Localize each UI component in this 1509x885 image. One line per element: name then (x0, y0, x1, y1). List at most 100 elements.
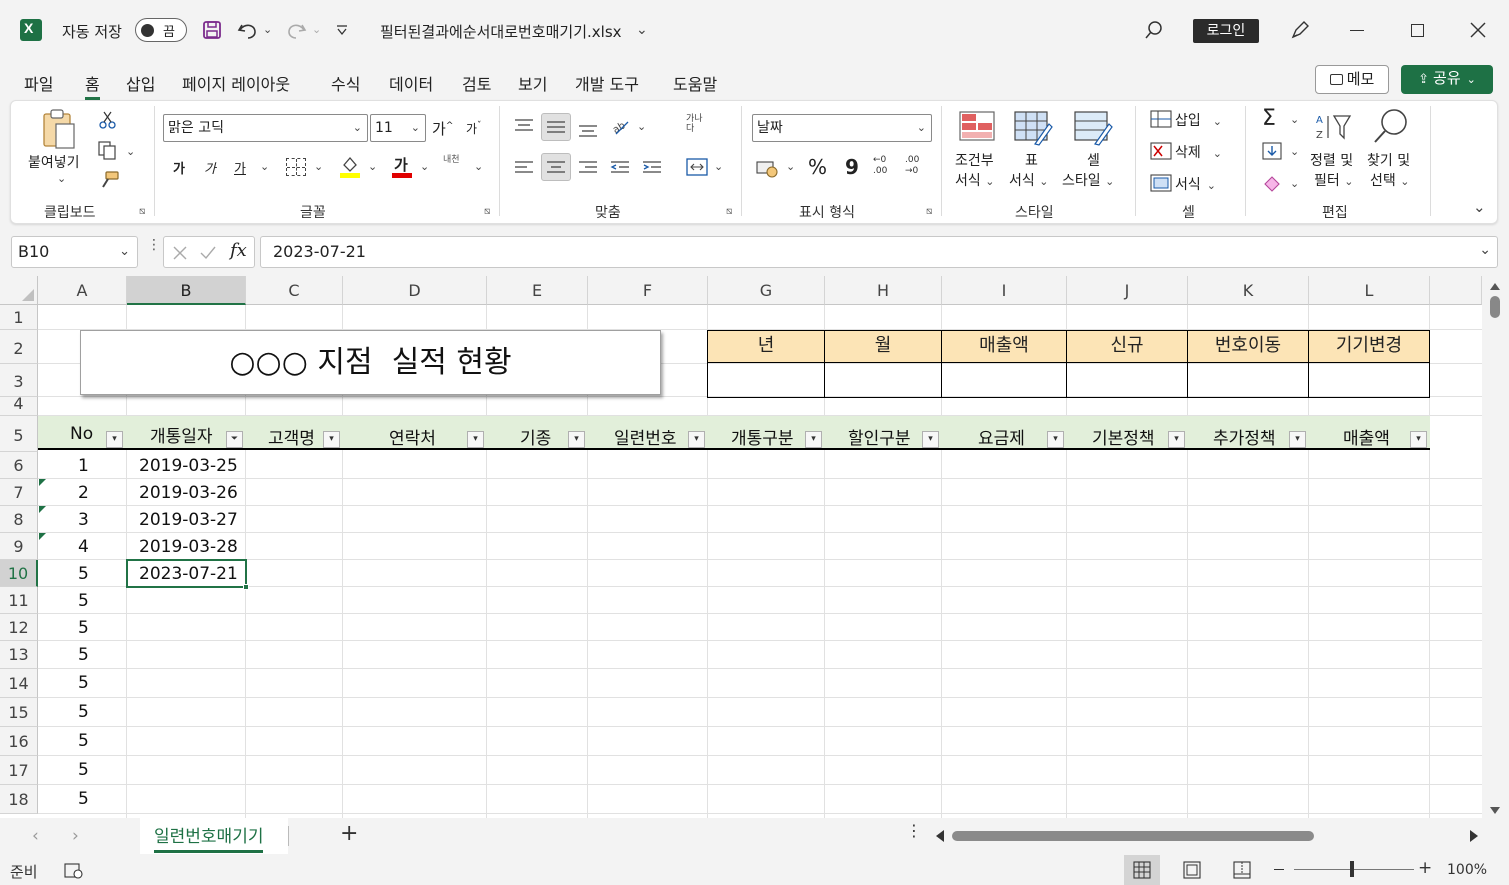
cancel-icon[interactable] (172, 245, 188, 261)
menu-home[interactable]: 홈 (85, 71, 100, 100)
filter-button[interactable]: ▾ (922, 431, 939, 448)
search-icon[interactable] (1144, 20, 1164, 40)
comma-button[interactable]: 9 (845, 155, 859, 179)
select-all-corner[interactable] (0, 276, 38, 305)
font-color-chevron-icon[interactable]: ⌄ (420, 160, 429, 173)
table-format-label-1[interactable]: 표 (1025, 150, 1038, 170)
border-chevron-icon[interactable]: ⌄ (314, 160, 323, 173)
formula-expand-icon[interactable]: ⌄ (1479, 242, 1491, 258)
col-header-m[interactable] (1430, 276, 1482, 305)
title-text-box[interactable]: ○○○ 지점 실적 현황 (80, 330, 661, 395)
paste-label[interactable]: 붙여넣기 (28, 152, 80, 172)
error-indicator-icon[interactable] (39, 506, 46, 513)
insert-function-icon[interactable]: fx (230, 240, 247, 261)
col-header-h[interactable]: H (825, 276, 942, 305)
row-header-5[interactable]: 5 (0, 416, 38, 452)
row-header-1[interactable]: 1 (0, 305, 38, 330)
formula-input[interactable]: 2023-07-21 ⌄ (260, 236, 1498, 268)
fill-color-icon[interactable] (340, 155, 360, 179)
increase-decimal-button[interactable]: ←0 .00 (873, 155, 899, 177)
filter-button[interactable]: ▾ (568, 431, 585, 448)
border-icon[interactable] (286, 158, 306, 176)
number-launcher-icon[interactable]: ⧅ (926, 206, 932, 217)
error-indicator-icon[interactable] (39, 479, 46, 486)
menu-file[interactable]: 파일 (24, 71, 53, 95)
format-cells-icon[interactable] (1150, 174, 1172, 192)
fill-color-chevron-icon[interactable]: ⌄ (368, 160, 377, 173)
shrink-font-button[interactable]: 가ˇ (466, 120, 482, 137)
header-open-date[interactable]: 개통일자 (150, 422, 213, 447)
header-discount-type[interactable]: 할인구분 (848, 424, 911, 449)
formula-bar-grip-icon[interactable]: ⋮ (147, 238, 161, 252)
summary-cell[interactable] (1187, 362, 1309, 398)
summary-cell[interactable] (1308, 362, 1430, 398)
menu-help[interactable]: 도움말 (673, 71, 717, 95)
row-header-17[interactable]: 17 (0, 756, 38, 785)
row-header-15[interactable]: 15 (0, 698, 38, 727)
fill-chevron-icon[interactable]: ⌄ (1290, 145, 1299, 158)
table-format-label-2[interactable]: 서식 ⌄ (1009, 170, 1048, 190)
format-cells-label[interactable]: 서식 ⌄ (1175, 174, 1216, 194)
enter-icon[interactable] (199, 245, 217, 261)
filter-button[interactable]: ▾ (805, 431, 822, 448)
maximize-icon[interactable] (1411, 24, 1424, 37)
col-header-b[interactable]: B (127, 276, 246, 305)
cut-icon[interactable] (98, 110, 118, 130)
menu-page-layout[interactable]: 페이지 레이아웃 (182, 71, 290, 95)
row-header-13[interactable]: 13 (0, 641, 38, 669)
tab-split-grip-icon[interactable]: ⋮ (906, 823, 922, 839)
col-header-c[interactable]: C (246, 276, 343, 305)
font-launcher-icon[interactable]: ⧅ (484, 206, 490, 217)
filter-button[interactable]: ▾ (688, 431, 705, 448)
cell-a9[interactable]: 4 (78, 537, 89, 557)
cell-a14[interactable]: 5 (78, 673, 89, 693)
clear-icon[interactable] (1262, 174, 1282, 192)
cell-b8[interactable]: 2019-03-27 (139, 510, 238, 530)
underline-chevron-icon[interactable]: ⌄ (260, 160, 269, 173)
row-header-18[interactable]: 18 (0, 785, 38, 814)
align-right-icon[interactable] (578, 160, 598, 176)
col-header-g[interactable]: G (708, 276, 825, 305)
horizontal-scroll-thumb[interactable] (952, 831, 1314, 841)
header-no[interactable]: No (70, 424, 93, 444)
sort-filter-icon[interactable]: AZ (1314, 110, 1354, 144)
zoom-slider-thumb[interactable] (1350, 861, 1354, 877)
font-size-combo[interactable]: 11 ⌄ (370, 114, 426, 142)
align-left-icon[interactable] (514, 160, 534, 176)
zoom-out-icon[interactable] (1274, 869, 1284, 870)
sheet-tab-active[interactable]: 일련번호매기기 (140, 818, 288, 854)
percent-button[interactable]: % (808, 155, 827, 179)
filter-button[interactable]: ▾ (1410, 431, 1427, 448)
orientation-chevron-icon[interactable]: ⌄ (637, 120, 646, 133)
col-header-a[interactable]: A (38, 276, 127, 305)
menu-view[interactable]: 보기 (518, 71, 547, 95)
col-header-e[interactable]: E (487, 276, 588, 305)
align-bottom-icon[interactable] (578, 120, 598, 138)
row-header-10[interactable]: 10 (0, 560, 38, 587)
underline-button[interactable]: 가 (234, 158, 246, 177)
font-name-combo[interactable]: 맑은 고딕 ⌄ (163, 114, 368, 142)
row-header-16[interactable]: 16 (0, 727, 38, 756)
row-header-8[interactable]: 8 (0, 506, 38, 533)
worksheet-grid[interactable]: A B C D E F G H I J K L 1 2 3 4 5 6 7 8 … (0, 276, 1509, 818)
delete-cells-label[interactable]: 삭제 ⌄ (1175, 142, 1222, 162)
scroll-left-icon[interactable] (936, 830, 944, 842)
error-indicator-icon[interactable] (39, 533, 46, 540)
cell-a11[interactable]: 5 (78, 591, 89, 611)
cell-styles-icon[interactable] (1073, 110, 1113, 146)
header-customer[interactable]: 고객명 (268, 424, 315, 449)
page-break-view-icon[interactable] (1232, 861, 1252, 879)
login-button[interactable]: 로그인 (1193, 19, 1259, 43)
insert-cells-icon[interactable] (1150, 110, 1172, 128)
col-header-l[interactable]: L (1309, 276, 1430, 305)
cell-a17[interactable]: 5 (78, 760, 89, 780)
next-sheet-icon[interactable]: › (72, 826, 79, 846)
undo-icon[interactable] (236, 19, 260, 41)
paste-icon[interactable] (40, 108, 80, 152)
undo-dropdown-icon[interactable]: ⌄ (263, 23, 272, 36)
number-format-combo[interactable]: 날짜 ⌄ (752, 114, 932, 142)
cell-b9[interactable]: 2019-03-28 (139, 537, 238, 557)
wrap-text-icon[interactable]: 가나다 (686, 114, 708, 134)
accessibility-icon[interactable] (64, 862, 84, 880)
close-icon[interactable] (1470, 22, 1486, 38)
